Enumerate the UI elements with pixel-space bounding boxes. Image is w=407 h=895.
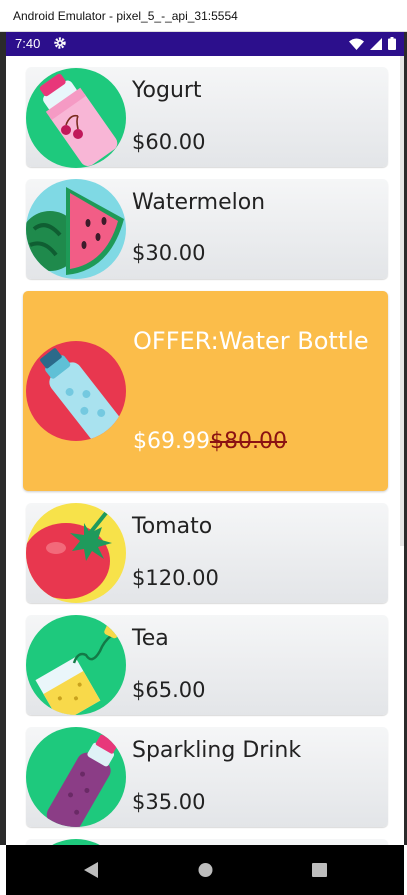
- product-name: Yogurt: [132, 78, 202, 103]
- product-list[interactable]: Yogurt $60.00 Watermelon $30.00 OFFER:Wa…: [6, 56, 404, 845]
- watermelon-icon: [26, 179, 126, 279]
- offer-price: $69.99: [133, 429, 210, 454]
- product-price: $35.00: [132, 790, 206, 814]
- scrollbar[interactable]: [400, 56, 404, 546]
- offer-price-row: $69.99$80.00: [133, 429, 287, 454]
- battery-icon: [388, 37, 396, 50]
- settings-gear-icon: [54, 37, 66, 49]
- offer-title: OFFER:Water Bottle: [133, 327, 369, 355]
- tea-icon: [26, 615, 126, 715]
- yogurt-icon: [26, 68, 126, 168]
- product-price: $120.00: [132, 566, 219, 590]
- status-bar: 7:40: [6, 32, 404, 56]
- status-time: 7:40: [15, 36, 41, 51]
- product-price: $60.00: [132, 130, 206, 154]
- product-name: Tea: [132, 626, 169, 651]
- old-price: $80.00: [209, 429, 287, 454]
- sparkling-drink-icon: [26, 727, 126, 827]
- signal-icon: [370, 37, 382, 50]
- recent-apps-icon[interactable]: [312, 862, 327, 878]
- water-bottle-icon: [26, 341, 126, 441]
- emulator-window-title: Android Emulator - pixel_5_-_api_31:5554: [0, 0, 407, 32]
- product-name: Watermelon: [132, 190, 266, 215]
- product-name: Sparkling Drink: [132, 738, 302, 763]
- tomato-icon: [26, 503, 126, 603]
- product-name: Tomato: [132, 514, 213, 539]
- wifi-icon: [349, 38, 364, 50]
- back-icon[interactable]: [84, 862, 98, 878]
- product-price: $30.00: [132, 241, 206, 265]
- navigation-bar: [6, 845, 404, 895]
- home-icon[interactable]: [198, 862, 213, 878]
- product-price: $65.00: [132, 678, 206, 702]
